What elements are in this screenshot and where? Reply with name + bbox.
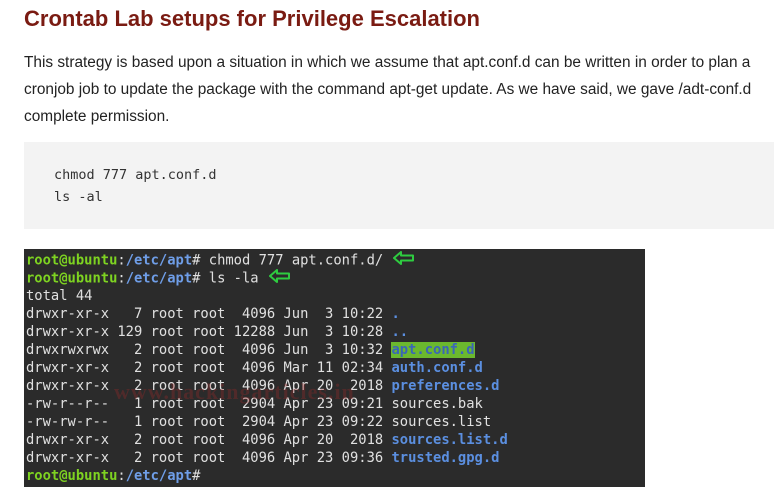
prompt-path: /etc/apt: [125, 468, 193, 484]
listing-row: -rw-r--r-- 1 root root 2904 Apr 23 09:21…: [26, 395, 645, 413]
file-meta: drwxr-xr-x 129 root root 12288 Jun 3 10:…: [26, 324, 392, 340]
listing-row: drwxr-xr-x 2 root root 4096 Apr 20 2018 …: [26, 377, 645, 395]
terminal-prompt-line: root@ubuntu:/etc/apt#: [26, 468, 201, 484]
file-meta: -rw-rw-r-- 1 root root 2904 Apr 23 09:22: [26, 414, 392, 430]
file-name: auth.conf.d: [391, 360, 483, 376]
listing-row: drwxr-xr-x 2 root root 4096 Apr 20 2018 …: [26, 431, 645, 449]
code-block: chmod 777 apt.conf.d ls -al: [24, 142, 774, 229]
file-name: sources.bak: [391, 396, 483, 412]
terminal-total: total 44: [26, 288, 93, 304]
listing-row: drwxr-xr-x 7 root root 4096 Jun 3 10:22 …: [26, 305, 645, 323]
command-text: ls -la: [200, 270, 259, 287]
command-text: chmod 777 apt.conf.d/: [200, 252, 384, 269]
left-arrow-icon: [268, 269, 291, 288]
file-meta: drwxrwxrwx 2 root root 4096 Jun 3 10:32: [26, 342, 392, 358]
file-name: apt.conf.d: [391, 342, 475, 358]
prompt-path: /etc/apt: [125, 270, 193, 287]
terminal-command-line: root@ubuntu:/etc/apt# ls -la: [26, 269, 645, 287]
file-name: sources.list.d: [391, 432, 508, 448]
file-name: preferences.d: [391, 378, 500, 394]
code-line: ls -al: [54, 189, 103, 205]
description-paragraph: This strategy is based upon a situation …: [24, 54, 752, 125]
listing-row: drwxrwxrwx 2 root root 4096 Jun 3 10:32 …: [26, 341, 645, 359]
listing-row: -rw-rw-r-- 1 root root 2904 Apr 23 09:22…: [26, 413, 645, 431]
prompt-symbol: #: [192, 468, 201, 484]
terminal-screenshot: root@ubuntu:/etc/apt# chmod 777 apt.conf…: [24, 249, 645, 487]
code-line: chmod 777 apt.conf.d: [54, 167, 217, 183]
file-name: .: [391, 306, 400, 322]
prompt-user: root@ubuntu: [26, 270, 118, 287]
file-meta: drwxr-xr-x 7 root root 4096 Jun 3 10:22: [26, 306, 392, 322]
terminal-command-line: root@ubuntu:/etc/apt# chmod 777 apt.conf…: [26, 251, 645, 269]
section-heading: Crontab Lab setups for Privilege Escalat…: [24, 6, 480, 31]
left-arrow-icon: [393, 251, 415, 270]
prompt-user: root@ubuntu: [26, 468, 118, 484]
listing-row: drwxr-xr-x 2 root root 4096 Apr 23 09:36…: [26, 449, 645, 467]
file-meta: drwxr-xr-x 2 root root 4096 Mar 11 02:34: [26, 360, 392, 376]
listing-row: drwxr-xr-x 2 root root 4096 Mar 11 02:34…: [26, 359, 645, 377]
listing-row: drwxr-xr-x 129 root root 12288 Jun 3 10:…: [26, 323, 645, 341]
prompt-user: root@ubuntu: [26, 252, 118, 269]
file-name: ..: [391, 324, 409, 340]
file-name: trusted.gpg.d: [391, 450, 500, 466]
file-meta: -rw-r--r-- 1 root root 2904 Apr 23 09:21: [26, 396, 392, 412]
prompt-path: /etc/apt: [125, 252, 193, 269]
file-name: sources.list: [391, 414, 492, 430]
file-meta: drwxr-xr-x 2 root root 4096 Apr 23 09:36: [26, 450, 392, 466]
file-meta: drwxr-xr-x 2 root root 4096 Apr 20 2018: [26, 432, 392, 448]
file-meta: drwxr-xr-x 2 root root 4096 Apr 20 2018: [26, 378, 392, 394]
